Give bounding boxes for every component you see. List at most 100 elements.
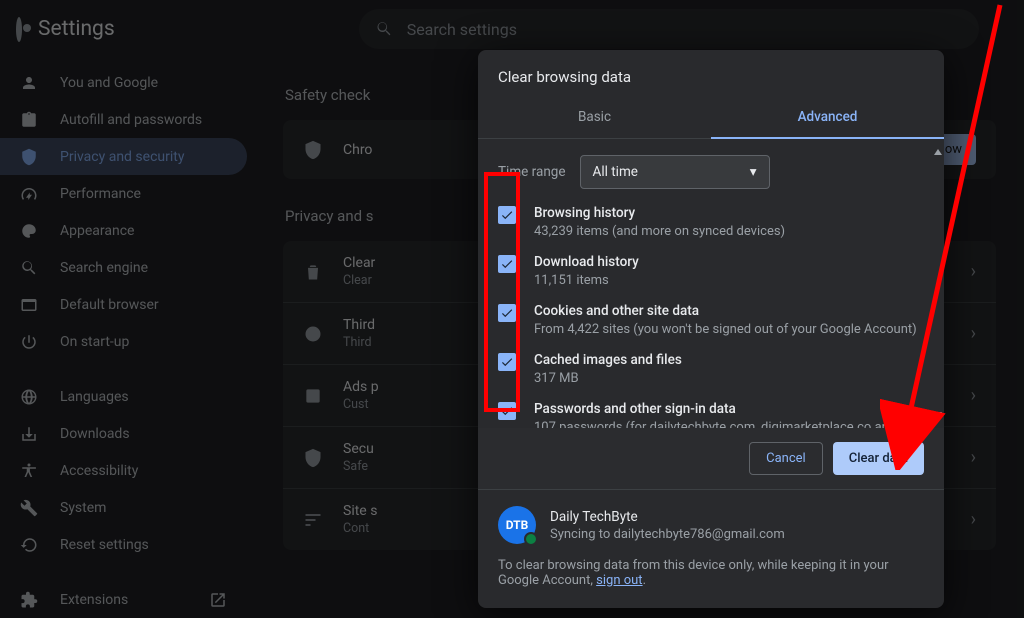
sidebar-item-on-startup[interactable]: On start-up [0,323,247,360]
item-title: Cookies and other site data [534,303,917,319]
sidebar-item-label: Search engine [60,260,148,276]
item-passwords: Passwords and other sign-in data 107 pass… [498,401,930,428]
search-input[interactable]: Search settings [359,9,979,49]
sidebar-item-label: Appearance [60,223,134,239]
sync-badge-icon [524,532,538,546]
sidebar-item-label: Downloads [60,426,130,442]
scroll-down-icon [934,412,942,418]
sidebar-item-label: On start-up [60,334,129,350]
person-icon [20,74,38,92]
sidebar-item-search-engine[interactable]: Search engine [0,249,247,286]
clear-browsing-data-dialog: Clear browsing data Basic Advanced Time … [478,50,944,608]
sidebar-item-reset[interactable]: Reset settings [0,526,247,563]
item-subtitle: 11,151 items [534,273,639,290]
scroll-up-icon [934,149,942,155]
chevron-right-icon: › [971,447,976,468]
search-icon [375,20,393,38]
sidebar-item-appearance[interactable]: Appearance [0,212,247,249]
globe-icon [20,388,38,406]
clear-data-button[interactable]: Clear data [833,442,924,475]
sidebar-item-label: Extensions [60,592,128,608]
chrome-icon [16,20,22,39]
dialog-scrollbar[interactable] [932,147,944,420]
tab-advanced[interactable]: Advanced [711,96,944,138]
footer-text-part: To clear browsing data from this device … [498,558,889,588]
accessibility-icon [20,462,38,480]
wrench-icon [20,499,38,517]
chevron-down-icon: ▾ [750,164,757,180]
sidebar-item-label: System [60,500,106,516]
sidebar-item-downloads[interactable]: Downloads [0,415,247,452]
sidebar-item-label: Accessibility [60,463,138,479]
search-icon [20,259,38,277]
item-subtitle: 107 passwords (for dailytechbyte.com, di… [534,420,930,428]
checkbox-download-history[interactable] [498,255,516,273]
power-icon [20,333,38,351]
sidebar-item-label: Languages [60,389,129,405]
item-cache: Cached images and files317 MB [498,352,930,388]
trash-icon [303,262,323,282]
download-icon [20,425,38,443]
open-in-new-icon [209,591,227,609]
sidebar-item-system[interactable]: System [0,489,247,526]
sign-out-link[interactable]: sign out [596,573,642,588]
sidebar-item-label: Default browser [60,297,159,313]
palette-icon [20,222,38,240]
tab-basic[interactable]: Basic [478,96,711,138]
search-placeholder: Search settings [407,20,517,39]
sidebar: You and Google Autofill and passwords Pr… [0,58,255,618]
sidebar-item-autofill[interactable]: Autofill and passwords [0,101,247,138]
sidebar-item-label: Autofill and passwords [60,112,202,128]
item-title: Passwords and other sign-in data [534,401,930,417]
item-subtitle: 43,239 items (and more on synced devices… [534,224,785,241]
page-title: Settings [38,17,115,41]
clipboard-icon [20,111,38,129]
avatar: DTB [498,506,536,544]
chevron-right-icon: › [971,509,976,530]
shield-icon [303,140,323,160]
sidebar-item-languages[interactable]: Languages [0,378,247,415]
checkbox-passwords[interactable] [498,402,516,420]
speedometer-icon [20,185,38,203]
item-subtitle: From 4,422 sites (you won't be signed ou… [534,322,917,339]
item-subtitle: 317 MB [534,371,682,388]
item-download-history: Download history 11,151 items [498,254,930,290]
item-title: Download history [534,254,639,270]
ads-icon [303,386,323,406]
sidebar-item-label: Performance [60,186,141,202]
browser-icon [20,296,38,314]
cancel-button[interactable]: Cancel [749,442,823,475]
dialog-title: Clear browsing data [478,50,944,92]
shield-icon [303,448,323,468]
sidebar-item-performance[interactable]: Performance [0,175,247,212]
dropdown-value: All time [593,164,638,180]
checkbox-browsing-history[interactable] [498,206,516,224]
chevron-right-icon: › [971,323,976,344]
sidebar-item-label: You and Google [60,75,158,91]
account-row: DTB Daily TechByte Syncing to dailytechb… [498,506,924,544]
shield-icon [20,148,38,166]
sidebar-item-default-browser[interactable]: Default browser [0,286,247,323]
cookie-icon [303,324,323,344]
sidebar-item-privacy[interactable]: Privacy and security [0,138,247,175]
account-name: Daily TechByte [550,509,785,525]
time-range-label: Time range [498,164,566,180]
dialog-footer-text: To clear browsing data from this device … [498,558,924,588]
avatar-text: DTB [506,518,529,532]
sidebar-item-label: Reset settings [60,537,149,553]
account-sync-text: Syncing to dailytechbyte786@gmail.com [550,527,785,542]
checkbox-cache[interactable] [498,353,516,371]
sidebar-item-you-and-google[interactable]: You and Google [0,64,247,101]
extension-icon [20,591,38,609]
chevron-right-icon: › [971,385,976,406]
checkbox-cookies[interactable] [498,304,516,322]
item-title: Browsing history [534,205,785,221]
sidebar-item-label: Privacy and security [60,149,184,165]
brand: Settings [16,17,115,41]
time-range-dropdown[interactable]: All time ▾ [580,155,770,189]
sidebar-item-extensions[interactable]: Extensions [0,581,247,618]
restore-icon [20,536,38,554]
sidebar-item-accessibility[interactable]: Accessibility [0,452,247,489]
item-browsing-history: Browsing history 43,239 items (and more o… [498,205,930,241]
tune-icon [303,510,323,530]
